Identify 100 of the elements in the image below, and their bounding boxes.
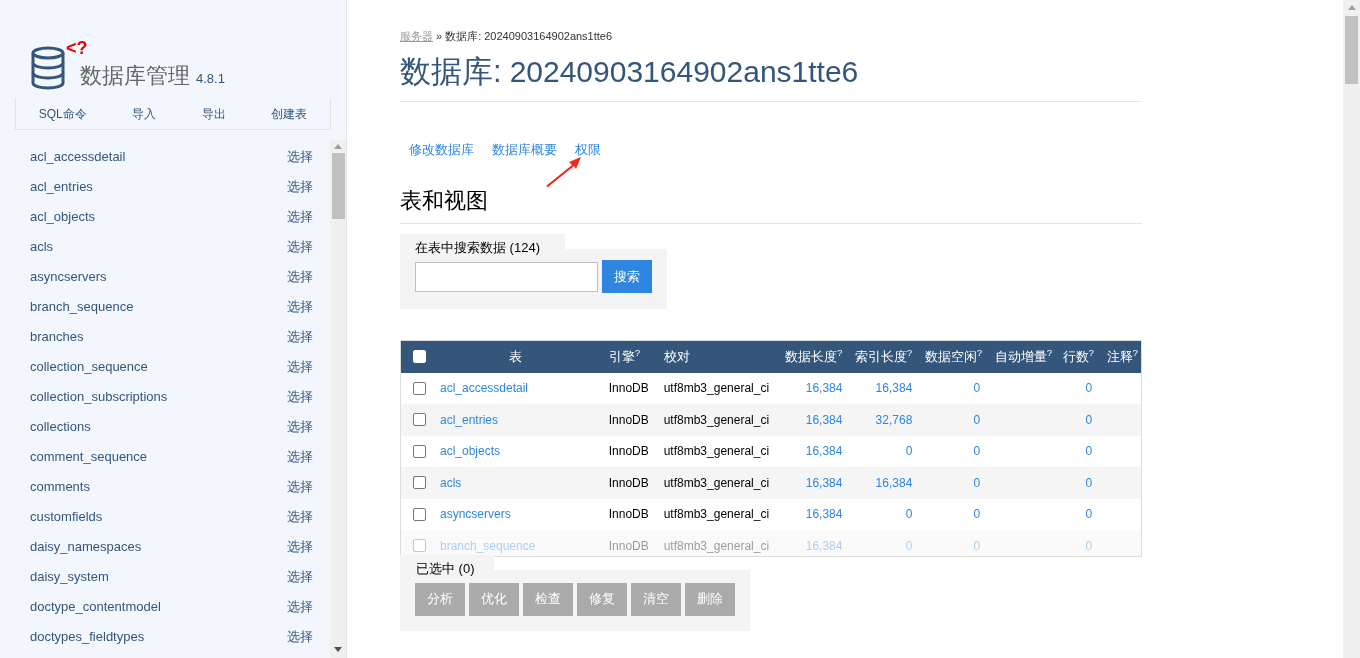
select-all-checkbox[interactable]	[413, 350, 426, 363]
table-link[interactable]: collections	[30, 417, 91, 437]
table-link[interactable]: comment_sequence	[30, 447, 148, 467]
data-free-link[interactable]: 0	[973, 444, 981, 459]
table-link[interactable]: asyncservers	[30, 267, 107, 287]
table-link[interactable]: acl_entries	[30, 177, 93, 197]
row-count-link[interactable]: 0	[1085, 507, 1093, 522]
index-length-link[interactable]: 0	[905, 444, 913, 459]
scroll-up-icon[interactable]	[334, 144, 342, 149]
menu-link[interactable]: SQL命令	[38, 104, 87, 123]
column-header: 自动增量$^{?}$	[994, 348, 1053, 364]
scrollbar-thumb[interactable]	[331, 153, 345, 219]
database-icon	[30, 46, 66, 90]
table-name-link[interactable]: acl_accessdetail	[439, 381, 529, 396]
row-checkbox[interactable]	[413, 507, 426, 521]
select-link[interactable]: 选择	[287, 177, 313, 197]
page-title-label: 数据库:	[400, 52, 502, 91]
table-name-link[interactable]: asyncservers	[439, 507, 511, 522]
engine-cell: InnoDB	[608, 381, 649, 396]
select-link[interactable]: 选择	[287, 327, 313, 347]
data-length-link[interactable]: 16,384	[805, 381, 843, 396]
select-link[interactable]: 选择	[287, 627, 313, 647]
select-link[interactable]: 选择	[287, 507, 313, 527]
select-link[interactable]: 选择	[287, 597, 313, 617]
nav-link[interactable]: 数据库概要	[492, 140, 557, 160]
column-header: 表	[509, 348, 523, 364]
column-header: 校对	[663, 348, 690, 364]
index-length-link[interactable]: 0	[905, 507, 913, 522]
data-free-link[interactable]: 0	[973, 475, 981, 490]
table-link[interactable]: collection_sequence	[30, 357, 148, 377]
table-link[interactable]: acl_accessdetail	[30, 147, 126, 167]
search-button[interactable]: 搜索	[602, 260, 652, 293]
select-link[interactable]: 选择	[287, 357, 313, 377]
engine-cell: InnoDB	[608, 507, 649, 522]
index-length-link[interactable]: 16,384	[875, 381, 913, 396]
collation-cell: utf8mb3_general_ci	[663, 507, 770, 522]
data-free-link[interactable]: 0	[973, 412, 981, 427]
data-free-link[interactable]: 0	[973, 381, 981, 396]
table-link[interactable]: acl_objects	[30, 207, 96, 227]
select-link[interactable]: 选择	[287, 447, 313, 467]
select-link[interactable]: 选择	[287, 147, 313, 167]
table-link[interactable]: comments	[30, 477, 90, 497]
menu-link[interactable]: 导出	[201, 104, 226, 123]
breadcrumb-link[interactable]: 服务器	[400, 28, 433, 45]
select-link[interactable]: 选择	[287, 417, 313, 437]
column-header: 数据长度$^{?}$	[784, 348, 843, 364]
select-link[interactable]: 选择	[287, 537, 313, 557]
row-checkbox[interactable]	[413, 381, 426, 395]
table-link[interactable]: collection_subscriptions	[30, 387, 168, 407]
column-header: 行数$^{?}$	[1062, 348, 1095, 364]
index-length-link[interactable]: 32,768	[875, 412, 913, 427]
scrollbar[interactable]	[330, 140, 346, 658]
menu-link[interactable]: 创建表	[271, 104, 308, 123]
select-link[interactable]: 选择	[287, 567, 313, 587]
row-count-link[interactable]: 0	[1085, 475, 1093, 490]
table-link[interactable]: branch_sequence	[30, 297, 134, 317]
table-link[interactable]: daisy_namespaces	[30, 537, 142, 557]
table-link[interactable]: customfields	[30, 507, 103, 527]
table-link[interactable]: daisy_system	[30, 567, 109, 587]
row-count-link[interactable]: 0	[1085, 381, 1093, 396]
engine-cell: InnoDB	[608, 412, 649, 427]
table-name-link[interactable]: acl_objects	[439, 444, 500, 459]
app-title: 数据库管理	[80, 62, 190, 90]
table-link[interactable]: doctype_contentmodel	[30, 597, 161, 617]
table-link[interactable]: acls	[30, 237, 54, 257]
data-free-link[interactable]: 0	[973, 507, 981, 522]
row-checkbox[interactable]	[413, 444, 426, 458]
scroll-up-icon[interactable]	[1347, 5, 1356, 10]
data-length-link[interactable]: 16,384	[805, 475, 843, 490]
select-link[interactable]: 选择	[287, 387, 313, 407]
nav-link[interactable]: 修改数据库	[409, 140, 474, 160]
select-link[interactable]: 选择	[287, 237, 313, 257]
table-name-link[interactable]: acls	[439, 475, 462, 490]
row-count-link[interactable]: 0	[1085, 444, 1093, 459]
select-link[interactable]: 选择	[287, 207, 313, 227]
data-length-link[interactable]: 16,384	[805, 444, 843, 459]
data-length-link[interactable]: 16,384	[805, 412, 843, 427]
data-length-link[interactable]: 16,384	[805, 507, 843, 522]
scroll-down-icon[interactable]	[334, 647, 342, 652]
arrow-annotation	[546, 157, 582, 187]
section-title: 表和视图	[400, 183, 1142, 224]
select-link[interactable]: 选择	[287, 297, 313, 317]
page-scrollbar[interactable]	[1343, 0, 1360, 658]
nav-link[interactable]: 权限	[575, 140, 601, 160]
table-link[interactable]: branches	[30, 327, 84, 347]
app-version: 4.8.1	[196, 70, 225, 88]
engine-cell: InnoDB	[608, 475, 649, 490]
table-name-link[interactable]: acl_entries	[439, 412, 498, 427]
index-length-link[interactable]: 16,384	[875, 475, 913, 490]
table-link[interactable]: doctypes_fieldtypes	[30, 627, 145, 647]
row-checkbox[interactable]	[413, 476, 426, 490]
search-field[interactable]	[415, 261, 598, 292]
menu-link[interactable]: 导入	[132, 104, 157, 123]
row-checkbox[interactable]	[413, 413, 426, 427]
row-count-link[interactable]: 0	[1085, 412, 1093, 427]
scrollbar-thumb[interactable]	[1345, 16, 1358, 84]
select-link[interactable]: 选择	[287, 477, 313, 497]
page-title: 20240903164902ans1tte6	[509, 53, 859, 90]
select-link[interactable]: 选择	[287, 267, 313, 287]
engine-cell: InnoDB	[608, 444, 649, 459]
